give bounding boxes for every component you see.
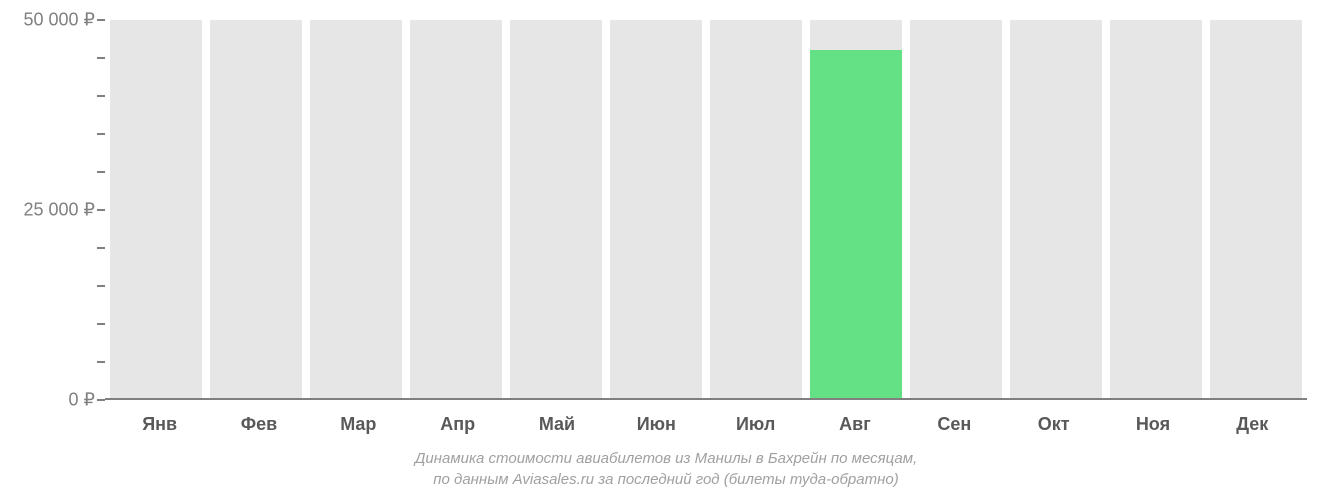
bar-slot [510, 20, 602, 400]
chart-container: 50 000 ₽ 25 000 ₽ 0 ₽ ЯнвФевМарАпрМайИюн… [0, 0, 1332, 502]
y-axis: 50 000 ₽ 25 000 ₽ 0 ₽ [15, 20, 105, 400]
x-axis-label: Ноя [1103, 414, 1202, 435]
bar-slot [310, 20, 402, 400]
chart-subtitle: по данным Aviasales.ru за последний год … [0, 469, 1332, 490]
y-axis-tick [97, 399, 105, 401]
bar-slot [610, 20, 702, 400]
bar-placeholder [910, 20, 1002, 400]
bar-placeholder [410, 20, 502, 400]
x-axis-label: Окт [1004, 414, 1103, 435]
bar-placeholder [610, 20, 702, 400]
bar-slot [210, 20, 302, 400]
bar-placeholder [110, 20, 202, 400]
y-axis-tick [97, 95, 105, 97]
x-axis-label: Май [507, 414, 606, 435]
baseline [105, 398, 1307, 400]
plot-area: 50 000 ₽ 25 000 ₽ 0 ₽ ЯнвФевМарАпрМайИюн… [110, 20, 1302, 400]
x-axis-label: Мар [309, 414, 408, 435]
y-axis-tick [97, 133, 105, 135]
y-axis-tick [97, 285, 105, 287]
bar-slot [110, 20, 202, 400]
chart-caption: Динамика стоимости авиабилетов из Манилы… [0, 448, 1332, 490]
bar-placeholder [1110, 20, 1202, 400]
bar-slot [1010, 20, 1102, 400]
bar-placeholder [1210, 20, 1302, 400]
y-axis-label: 25 000 ₽ [23, 200, 95, 221]
bar-slot [810, 20, 902, 400]
bar-placeholder [310, 20, 402, 400]
x-axis-label: Сен [905, 414, 1004, 435]
y-axis-label: 50 000 ₽ [23, 10, 95, 31]
bar-slot [710, 20, 802, 400]
bar-slot [1210, 20, 1302, 400]
x-axis-label: Дек [1203, 414, 1302, 435]
x-axis-label: Авг [805, 414, 904, 435]
x-axis-label: Июл [706, 414, 805, 435]
y-axis-tick [97, 171, 105, 173]
x-axis-label: Янв [110, 414, 209, 435]
bar-placeholder [1010, 20, 1102, 400]
bars-area [110, 20, 1302, 400]
x-axis-label: Июн [607, 414, 706, 435]
y-axis-tick [97, 57, 105, 59]
x-axis: ЯнвФевМарАпрМайИюнИюлАвгСенОктНояДек [110, 414, 1302, 435]
y-axis-tick [97, 323, 105, 325]
y-axis-tick [97, 361, 105, 363]
y-axis-label: 0 ₽ [69, 390, 95, 411]
bar-placeholder [710, 20, 802, 400]
bar-slot [910, 20, 1002, 400]
bar-slot [1110, 20, 1202, 400]
bar-placeholder [210, 20, 302, 400]
y-axis-tick [97, 247, 105, 249]
chart-title: Динамика стоимости авиабилетов из Манилы… [0, 448, 1332, 469]
y-axis-tick [97, 19, 105, 21]
x-axis-label: Фев [209, 414, 308, 435]
bar-placeholder [510, 20, 602, 400]
y-axis-tick [97, 209, 105, 211]
x-axis-label: Апр [408, 414, 507, 435]
bar-slot [410, 20, 502, 400]
bar-value [810, 50, 902, 400]
